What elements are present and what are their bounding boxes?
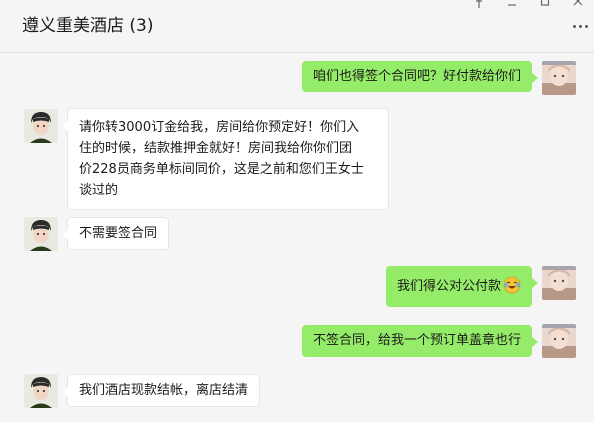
message-text: 我们酒店现款结帐，离店结清 [79,383,249,398]
message-text-line: 请你转3000订金给我，房间给你预定好！你们入 [79,120,360,135]
avatar-self[interactable] [542,266,576,300]
message-text: 不需要签合同 [79,226,158,241]
message-bubble-incoming[interactable]: 我们酒店现款结帐，离店结清 [61,374,261,407]
chat-title: 遵义重美酒店 (3) [22,16,154,36]
avatar-contact[interactable] [24,217,58,251]
avatar-contact[interactable] [24,109,58,143]
message-bubble-outgoing[interactable]: 我们得公对公付款 [385,266,539,307]
message-text-line: 住的时候，结款推押金就好！房间我给你你们团 [79,141,353,156]
message-bubble-outgoing[interactable]: 咱们也得签个合同吧？好付款给你们 [301,61,539,92]
message-bubble-incoming[interactable]: 请你转3000订金给我，房间给你预定好！你们入 住的时候，结款推押金就好！房间我… [62,108,389,210]
avatar-self[interactable] [542,324,576,358]
crying-laughing-emoji-icon [503,270,521,294]
chat-header: 遵义重美酒店 (3) [0,0,594,53]
pin-icon[interactable] [473,0,485,9]
message-text-line: 价228员商务单标间同价，这是之前和您们王女士 [79,162,364,177]
message-bubble-outgoing[interactable]: 不签合同，给我一个预订单盖章也行 [301,325,539,357]
message-bubble-incoming[interactable]: 不需要签合同 [61,217,170,250]
message-text-line: 谈过的 [79,183,119,198]
window-controls [473,0,584,9]
maximize-icon[interactable] [539,0,551,9]
minimize-icon[interactable] [506,0,518,9]
more-options-icon[interactable] [569,18,591,34]
message-text: 咱们也得签个合同吧？好付款给你们 [312,69,521,84]
avatar-contact[interactable] [24,374,58,408]
message-text: 不签合同，给我一个预订单盖章也行 [312,333,521,348]
avatar-self[interactable] [542,61,576,95]
message-text: 我们得公对公付款 [396,279,501,294]
close-icon[interactable] [572,0,584,9]
